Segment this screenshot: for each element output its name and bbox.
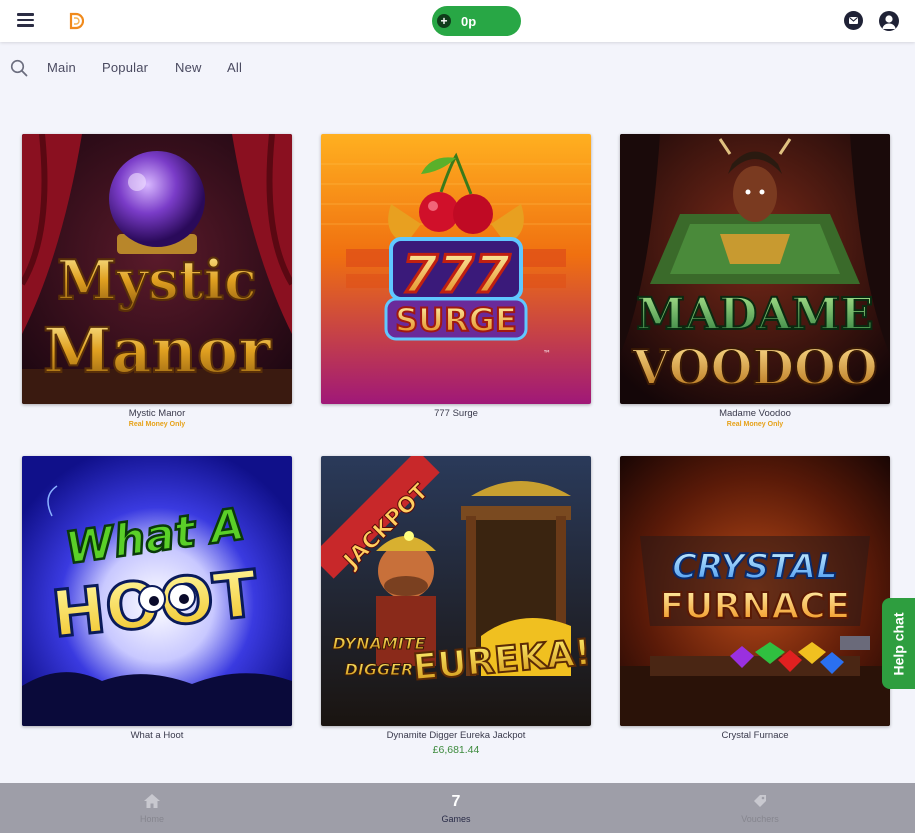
real-money-badge: Real Money Only	[726, 421, 784, 428]
menu-icon[interactable]	[17, 13, 34, 27]
help-chat-label: Help chat	[890, 611, 907, 676]
bottom-nav: Home 7 Games Vouchers	[0, 783, 915, 833]
account-icon[interactable]	[879, 11, 899, 31]
art-title-line: MADAME	[636, 289, 873, 340]
game-title: Madame Voodoo	[719, 408, 791, 419]
art-title-line: Manor	[43, 314, 272, 387]
help-chat-button[interactable]: Help chat	[882, 598, 915, 689]
game-title: 777 Surge	[434, 408, 478, 419]
game-card[interactable]: JACKPOT DYNAMITE DIGGER EUREKA! Dynamite…	[321, 456, 591, 756]
game-card[interactable]: MADAME VOODOO Madame Voodoo Real Money O…	[620, 134, 890, 428]
game-thumbnail[interactable]: 777 SURGE ™	[321, 134, 591, 404]
voucher-icon	[754, 795, 766, 807]
art-title-line: FURNACE	[660, 586, 851, 627]
brand-logo[interactable]	[68, 12, 84, 30]
nav-games[interactable]: 7 Games	[406, 783, 506, 833]
home-icon	[144, 794, 160, 808]
game-thumbnail[interactable]: What A HOOT	[22, 456, 292, 726]
balance-button[interactable]: + 0p	[432, 6, 521, 36]
svg-text:™: ™	[543, 349, 551, 358]
art-title-line: SURGE	[395, 301, 517, 339]
tab-popular[interactable]: Popular	[102, 60, 148, 75]
tab-new[interactable]: New	[175, 60, 202, 75]
game-thumbnail[interactable]: MADAME VOODOO	[620, 134, 890, 404]
game-title: Mystic Manor	[128, 408, 186, 419]
nav-home-label: Home	[139, 814, 164, 824]
game-title: Dynamite Digger Eureka Jackpot	[386, 730, 526, 741]
nav-vouchers[interactable]: Vouchers	[710, 783, 810, 833]
game-card[interactable]: CRYSTAL FURNACE Crystal Furnace	[620, 456, 890, 741]
game-title: Crystal Furnace	[721, 730, 789, 741]
search-icon[interactable]	[10, 59, 28, 77]
art-title-line: 777	[402, 245, 511, 305]
game-card[interactable]: Mystic Manor Mystic Manor Real Money Onl…	[22, 134, 292, 428]
tab-all[interactable]: All	[227, 60, 242, 75]
real-money-badge: Real Money Only	[128, 421, 186, 428]
top-bar: + 0p	[0, 0, 915, 42]
game-thumbnail[interactable]: CRYSTAL FURNACE	[620, 456, 890, 726]
art-title-line: CRYSTAL	[672, 547, 838, 587]
game-thumbnail[interactable]: JACKPOT DYNAMITE DIGGER EUREKA!	[321, 456, 591, 726]
art-title-line: DIGGER	[345, 660, 414, 679]
game-thumbnail[interactable]: Mystic Manor	[22, 134, 292, 404]
game-card[interactable]: What A HOOT What a Hoot	[22, 456, 292, 741]
art-title-line: VOODOO	[631, 340, 877, 396]
category-tabs: Main Popular New All	[0, 56, 915, 80]
game-title: What a Hoot	[130, 730, 184, 741]
game-card[interactable]: 777 SURGE ™ 777 Surge	[321, 134, 591, 419]
balance-amount: 0p	[461, 13, 477, 29]
nav-games-label: Games	[441, 814, 471, 824]
add-funds-icon: +	[437, 14, 451, 28]
nav-vouchers-label: Vouchers	[741, 814, 779, 824]
nav-home[interactable]: Home	[102, 783, 202, 833]
tab-main[interactable]: Main	[47, 60, 76, 75]
jackpot-amount: £6,681.44	[432, 744, 480, 756]
mail-icon[interactable]	[844, 11, 863, 30]
games-icon: 7	[451, 793, 461, 810]
art-title-line: Mystic	[57, 248, 257, 312]
